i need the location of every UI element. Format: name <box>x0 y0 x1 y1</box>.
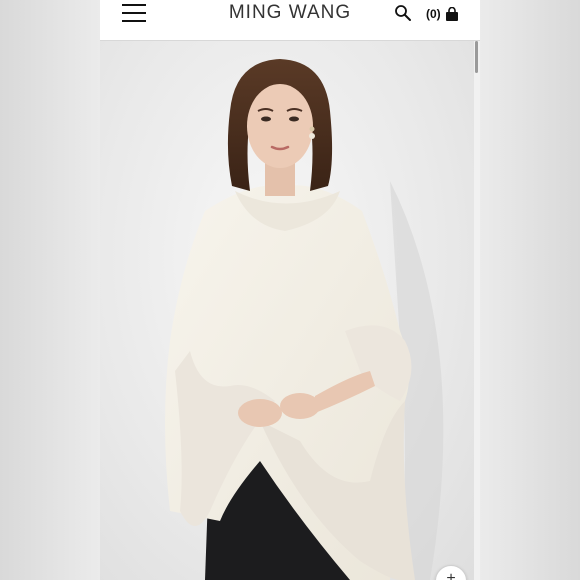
left-background-margin <box>0 0 100 580</box>
page-scrollbar[interactable] <box>474 41 480 580</box>
plus-icon: + <box>446 570 456 580</box>
hamburger-menu-icon[interactable] <box>122 4 146 24</box>
brand-logo[interactable]: MING WANG <box>210 2 370 24</box>
mobile-page: MING WANG (0) + <box>100 0 480 580</box>
scrollbar-thumb[interactable] <box>475 41 478 73</box>
menu-line <box>122 4 146 6</box>
cart-count: (0) <box>426 7 441 21</box>
product-hero-image[interactable] <box>100 41 474 580</box>
menu-line <box>122 20 146 22</box>
menu-line <box>122 12 146 14</box>
shopping-bag-icon <box>445 7 458 21</box>
right-background-margin <box>480 0 580 580</box>
model-photo <box>165 59 444 580</box>
cart-button[interactable]: (0) <box>426 6 459 22</box>
site-header: MING WANG (0) <box>100 0 480 41</box>
search-icon[interactable] <box>394 4 412 22</box>
